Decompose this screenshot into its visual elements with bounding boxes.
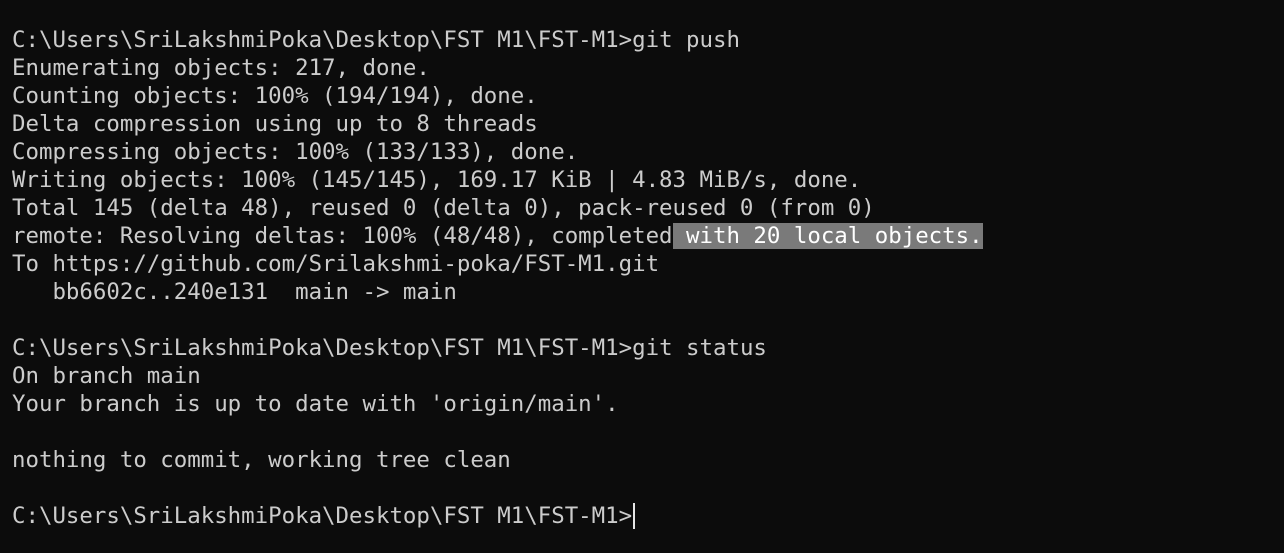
output-line: Enumerating objects: 217, done. — [12, 55, 430, 81]
output-line: Total 145 (delta 48), reused 0 (delta 0)… — [12, 195, 875, 221]
selected-text[interactable]: with 20 local objects. — [672, 223, 983, 249]
terminal-window[interactable]: C:\Users\SriLakshmiPoka\Desktop\FST M1\F… — [0, 0, 1284, 553]
output-text: remote: Resolving deltas: 100% (48/48), … — [12, 223, 673, 249]
output-line: Counting objects: 100% (194/194), done. — [12, 83, 538, 109]
text-cursor — [633, 503, 636, 529]
output-line: Compressing objects: 100% (133/133), don… — [12, 139, 579, 165]
command-text: git status — [632, 335, 767, 361]
output-line: To https://github.com/Srilakshmi-poka/FS… — [12, 251, 660, 277]
command-line-git-push: C:\Users\SriLakshmiPoka\Desktop\FST M1\F… — [12, 26, 1284, 54]
output-line: nothing to commit, working tree clean — [12, 447, 511, 473]
output-line: Delta compression using up to 8 threads — [12, 111, 538, 137]
output-line: Your branch is up to date with 'origin/m… — [12, 391, 619, 417]
command-text: git push — [632, 27, 740, 53]
output-line-remote: remote: Resolving deltas: 100% (48/48), … — [12, 222, 1284, 250]
output-line: Writing objects: 100% (145/145), 169.17 … — [12, 167, 862, 193]
prompt: C:\Users\SriLakshmiPoka\Desktop\FST M1\F… — [12, 503, 633, 529]
command-line-git-status: C:\Users\SriLakshmiPoka\Desktop\FST M1\F… — [12, 334, 1284, 362]
prompt: C:\Users\SriLakshmiPoka\Desktop\FST M1\F… — [12, 335, 633, 361]
output-line: bb6602c..240e131 main -> main — [12, 279, 457, 305]
output-line: On branch main — [12, 363, 201, 389]
current-prompt-line[interactable]: C:\Users\SriLakshmiPoka\Desktop\FST M1\F… — [12, 502, 1284, 530]
prompt: C:\Users\SriLakshmiPoka\Desktop\FST M1\F… — [12, 27, 633, 53]
